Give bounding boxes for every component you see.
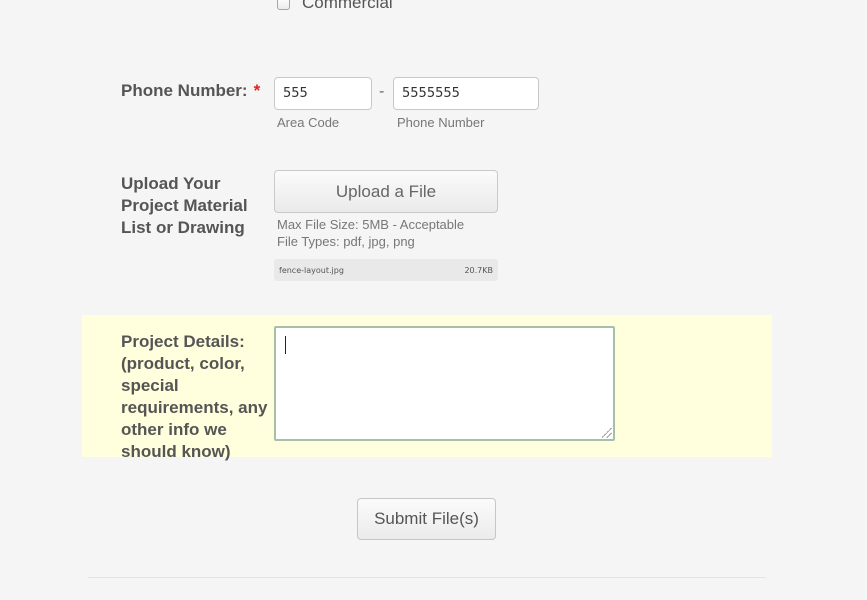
upload-note-line: Max File Size: 5MB - Acceptable <box>277 217 465 232</box>
upload-label: Upload Your Project Material List or Dra… <box>121 173 248 239</box>
upload-file-note: Max File Size: 5MB - Acceptable File Typ… <box>277 216 507 250</box>
phone-separator: - <box>379 83 385 100</box>
details-label-line: should know) <box>121 442 231 461</box>
commercial-checkbox[interactable] <box>277 0 290 10</box>
uploaded-file-item[interactable]: fence-layout.jpg 20.7KB <box>274 259 498 281</box>
upload-label-line: Upload Your <box>121 174 221 193</box>
phone-number-label: Phone Number: * <box>121 80 260 102</box>
details-label-line: requirements, any <box>121 398 268 417</box>
text-caret <box>285 336 286 354</box>
phone-number-sublabel: Phone Number <box>397 115 485 130</box>
phone-number-input[interactable] <box>393 77 539 110</box>
upload-file-button[interactable]: Upload a File <box>274 170 498 213</box>
project-details-textarea[interactable] <box>274 326 615 441</box>
resize-grip-icon[interactable] <box>602 428 612 438</box>
commercial-label: Commercial <box>302 0 393 12</box>
project-details-label: Project Details: (product, color, specia… <box>121 331 271 463</box>
commercial-option[interactable]: Commercial <box>277 0 393 13</box>
uploaded-file-size: 20.7KB <box>464 265 493 275</box>
required-marker: * <box>253 81 261 100</box>
area-code-input[interactable] <box>274 77 372 110</box>
uploaded-file-name: fence-layout.jpg <box>279 265 344 275</box>
submit-files-button[interactable]: Submit File(s) <box>357 498 496 540</box>
phone-number-label-text: Phone Number: <box>121 81 248 100</box>
area-code-sublabel: Area Code <box>277 115 340 130</box>
upload-label-line: List or Drawing <box>121 218 245 237</box>
form-page: Commercial Phone Number: * - Area Code Ph… <box>0 0 867 600</box>
upload-label-line: Project Material <box>121 196 248 215</box>
upload-note-line: File Types: pdf, jpg, png <box>277 234 415 249</box>
section-divider <box>88 577 766 578</box>
details-label-line: special <box>121 376 179 395</box>
details-label-line: Project Details: <box>121 332 245 351</box>
details-label-line: (product, color, <box>121 354 245 373</box>
details-label-line: other info we <box>121 420 227 439</box>
